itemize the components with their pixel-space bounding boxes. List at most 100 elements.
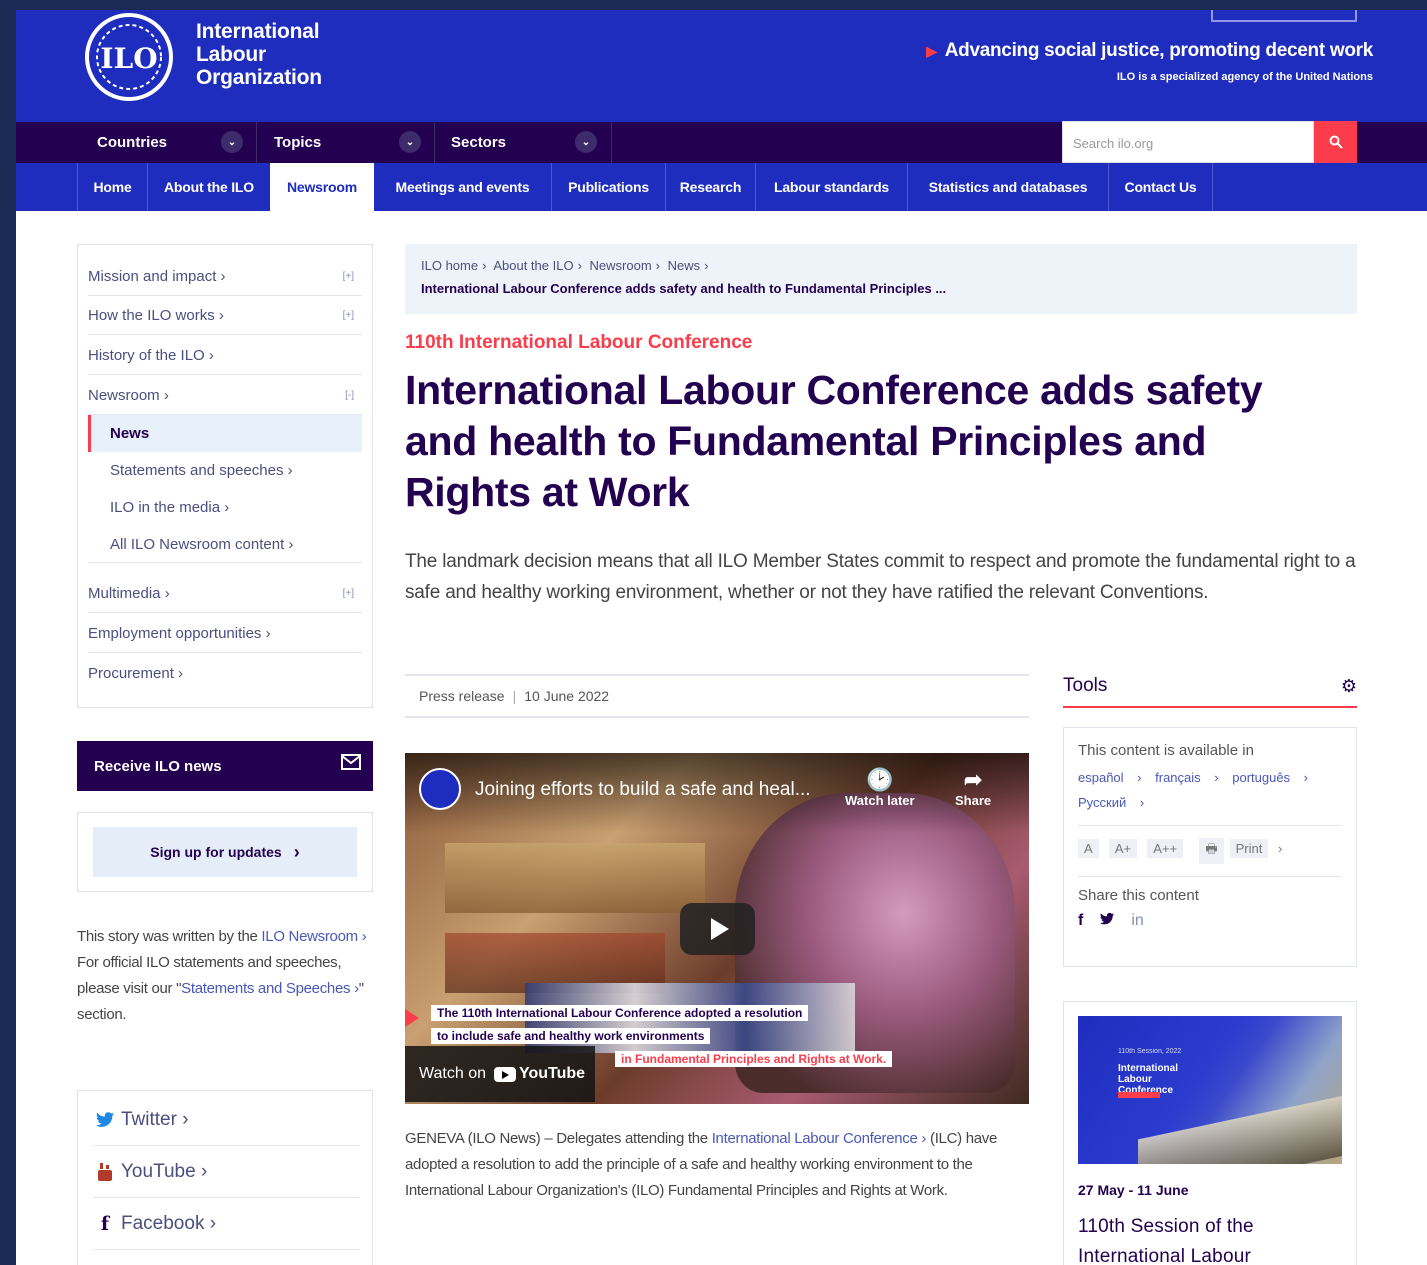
- nav-divider: [434, 122, 435, 163]
- event-image-crowd: [1138, 1092, 1342, 1164]
- nav-sectors-label: Sectors: [451, 134, 507, 151]
- breadcrumb: ILO home › About the ILO › Newsroom › News ›…: [405, 244, 1357, 314]
- secondary-nav: Home About the ILO Newsroom Meetings and…: [16, 163, 1427, 211]
- event-title[interactable]: 110th Session of the International Labou…: [1078, 1212, 1348, 1265]
- language-link[interactable]: français ›: [1155, 770, 1218, 785]
- logo-line-2: Labour: [196, 43, 266, 66]
- language-label: français: [1155, 770, 1201, 785]
- nav-meetings[interactable]: Meetings and events: [374, 163, 551, 211]
- ilc-link[interactable]: International Labour Conference: [712, 1130, 918, 1147]
- sidebar-item-procurement[interactable]: Procurement ›: [88, 654, 362, 692]
- sidebar-item-employment[interactable]: Employment opportunities ›: [88, 615, 362, 653]
- linkedin-share-icon[interactable]: in: [1131, 912, 1143, 931]
- sidebar-item-label: History of the ILO: [88, 347, 205, 364]
- signup-container: Sign up for updates ›: [77, 812, 373, 892]
- social-links: Twitter › YouTube › f Facebook ›: [77, 1090, 373, 1265]
- sidebar-subitem-media[interactable]: ILO in the media ›: [88, 489, 362, 526]
- language-link[interactable]: português ›: [1232, 770, 1308, 785]
- video-player[interactable]: Joining efforts to build a safe and heal…: [405, 753, 1029, 1104]
- mail-icon: [341, 754, 361, 770]
- nav-labour-standards[interactable]: Labour standards: [756, 163, 907, 211]
- social-label: Twitter: [121, 1108, 177, 1130]
- nav-countries[interactable]: Countries: [97, 122, 167, 163]
- sidebar-subitem-news[interactable]: News: [88, 415, 362, 452]
- nav-topics[interactable]: Topics: [274, 122, 321, 163]
- newsroom-link[interactable]: ILO Newsroom: [261, 928, 358, 945]
- sidebar-item-how-works[interactable]: How the ILO works › [+]: [88, 297, 362, 335]
- breadcrumb-link[interactable]: About the ILO: [493, 258, 573, 273]
- channel-avatar[interactable]: [419, 768, 461, 810]
- logo-wordmark[interactable]: International Labour Organization: [196, 20, 322, 89]
- breadcrumb-separator: ›: [655, 258, 661, 273]
- nav-countries-label: Countries: [97, 134, 168, 151]
- watch-on-youtube-button[interactable]: Watch on YouTube: [405, 1046, 595, 1102]
- receive-news-banner[interactable]: Receive ILO news: [77, 741, 373, 791]
- language-link[interactable]: español ›: [1078, 770, 1142, 785]
- breadcrumb-separator: ›: [704, 258, 709, 273]
- search-input[interactable]: Search ilo.org: [1062, 121, 1314, 163]
- print-button[interactable]: 🖶 Print ›: [1193, 836, 1288, 866]
- font-size-large-button[interactable]: A+: [1108, 839, 1138, 858]
- gear-icon[interactable]: ⚙: [1341, 676, 1357, 697]
- language-switcher-frame[interactable]: [1211, 10, 1357, 22]
- nav-publications[interactable]: Publications: [552, 163, 665, 211]
- nav-statistics[interactable]: Statistics and databases: [908, 163, 1108, 211]
- section-nav: Mission and impact › [+] How the ILO work…: [77, 244, 373, 708]
- nav-home[interactable]: Home: [78, 163, 147, 211]
- article-body: GENEVA (ILO News) – Delegates attending …: [405, 1126, 1029, 1204]
- event-image[interactable]: 110th Session, 2022 International Labour…: [1078, 1016, 1342, 1164]
- signup-button[interactable]: Sign up for updates ›: [93, 827, 357, 877]
- youtube-link[interactable]: YouTube ›: [93, 1146, 359, 1198]
- search-button[interactable]: [1314, 121, 1357, 163]
- nav-about[interactable]: About the ILO: [148, 163, 270, 211]
- ilo-emblem-icon[interactable]: ILO: [76, 12, 182, 102]
- breadcrumb-link[interactable]: Newsroom: [590, 258, 652, 273]
- page: ILO International Labour Organization ▶ A…: [16, 10, 1427, 1265]
- event-card[interactable]: 110th Session, 2022 International Labour…: [1063, 1001, 1357, 1265]
- nav-research[interactable]: Research: [666, 163, 755, 211]
- event-image-accent: [1118, 1092, 1160, 1098]
- sidebar-item-multimedia[interactable]: Multimedia › [+]: [88, 575, 362, 613]
- statements-link[interactable]: Statements and Speeches: [181, 980, 350, 997]
- sidebar-item-label: Procurement: [88, 664, 174, 682]
- font-size-larger-button[interactable]: A++: [1147, 839, 1184, 858]
- video-caption-line: to include safe and healthy work environ…: [431, 1028, 711, 1044]
- social-label: Facebook: [121, 1212, 205, 1234]
- expand-toggle[interactable]: [+]: [343, 271, 354, 282]
- tools-panel: This content is available in español › f…: [1063, 727, 1357, 967]
- divider: [1078, 825, 1342, 826]
- event-image-caption-line: Labour: [1118, 1074, 1152, 1085]
- nav-sectors[interactable]: Sectors: [451, 122, 506, 163]
- meta-separator: |: [512, 688, 517, 704]
- sidebar-item-label: Employment opportunities: [88, 625, 262, 642]
- chevron-down-icon: ⌄: [221, 131, 243, 153]
- font-size-normal-button[interactable]: A: [1078, 839, 1099, 858]
- twitter-icon: [93, 1111, 117, 1129]
- sidebar-item-label: ILO in the media: [110, 499, 221, 516]
- facebook-share-icon[interactable]: f: [1078, 912, 1083, 931]
- collapse-toggle[interactable]: [-]: [345, 390, 354, 401]
- language-link[interactable]: Русский ›: [1078, 795, 1144, 810]
- link-arrow: ›: [350, 980, 359, 997]
- language-label: português: [1232, 770, 1291, 785]
- video-title[interactable]: Joining efforts to build a safe and heal…: [475, 779, 811, 801]
- sidebar-subitem-all-content[interactable]: All ILO Newsroom content ›: [88, 526, 362, 563]
- twitter-share-icon[interactable]: [1099, 912, 1115, 931]
- language-label: español: [1078, 770, 1124, 785]
- breadcrumb-link[interactable]: ILO home: [421, 258, 478, 273]
- sidebar-item-mission[interactable]: Mission and impact › [+]: [88, 258, 362, 296]
- expand-toggle[interactable]: [+]: [343, 588, 354, 599]
- sidebar-item-history[interactable]: History of the ILO ›: [88, 337, 362, 375]
- nav-newsroom[interactable]: Newsroom: [270, 163, 374, 211]
- watch-later-button[interactable]: 🕑 Watch later: [845, 767, 915, 808]
- twitter-link[interactable]: Twitter ›: [93, 1094, 359, 1146]
- nav-contact[interactable]: Contact Us: [1109, 163, 1212, 211]
- sidebar-item-newsroom[interactable]: Newsroom › [-]: [88, 377, 362, 415]
- share-arrow-icon: ➦: [963, 767, 983, 792]
- expand-toggle[interactable]: [+]: [343, 310, 354, 321]
- facebook-link[interactable]: f Facebook ›: [93, 1198, 359, 1250]
- share-button[interactable]: ➦ Share: [955, 767, 991, 808]
- sidebar-subitem-statements[interactable]: Statements and speeches ›: [88, 452, 362, 489]
- play-button[interactable]: [680, 903, 755, 955]
- breadcrumb-link[interactable]: News: [668, 258, 701, 273]
